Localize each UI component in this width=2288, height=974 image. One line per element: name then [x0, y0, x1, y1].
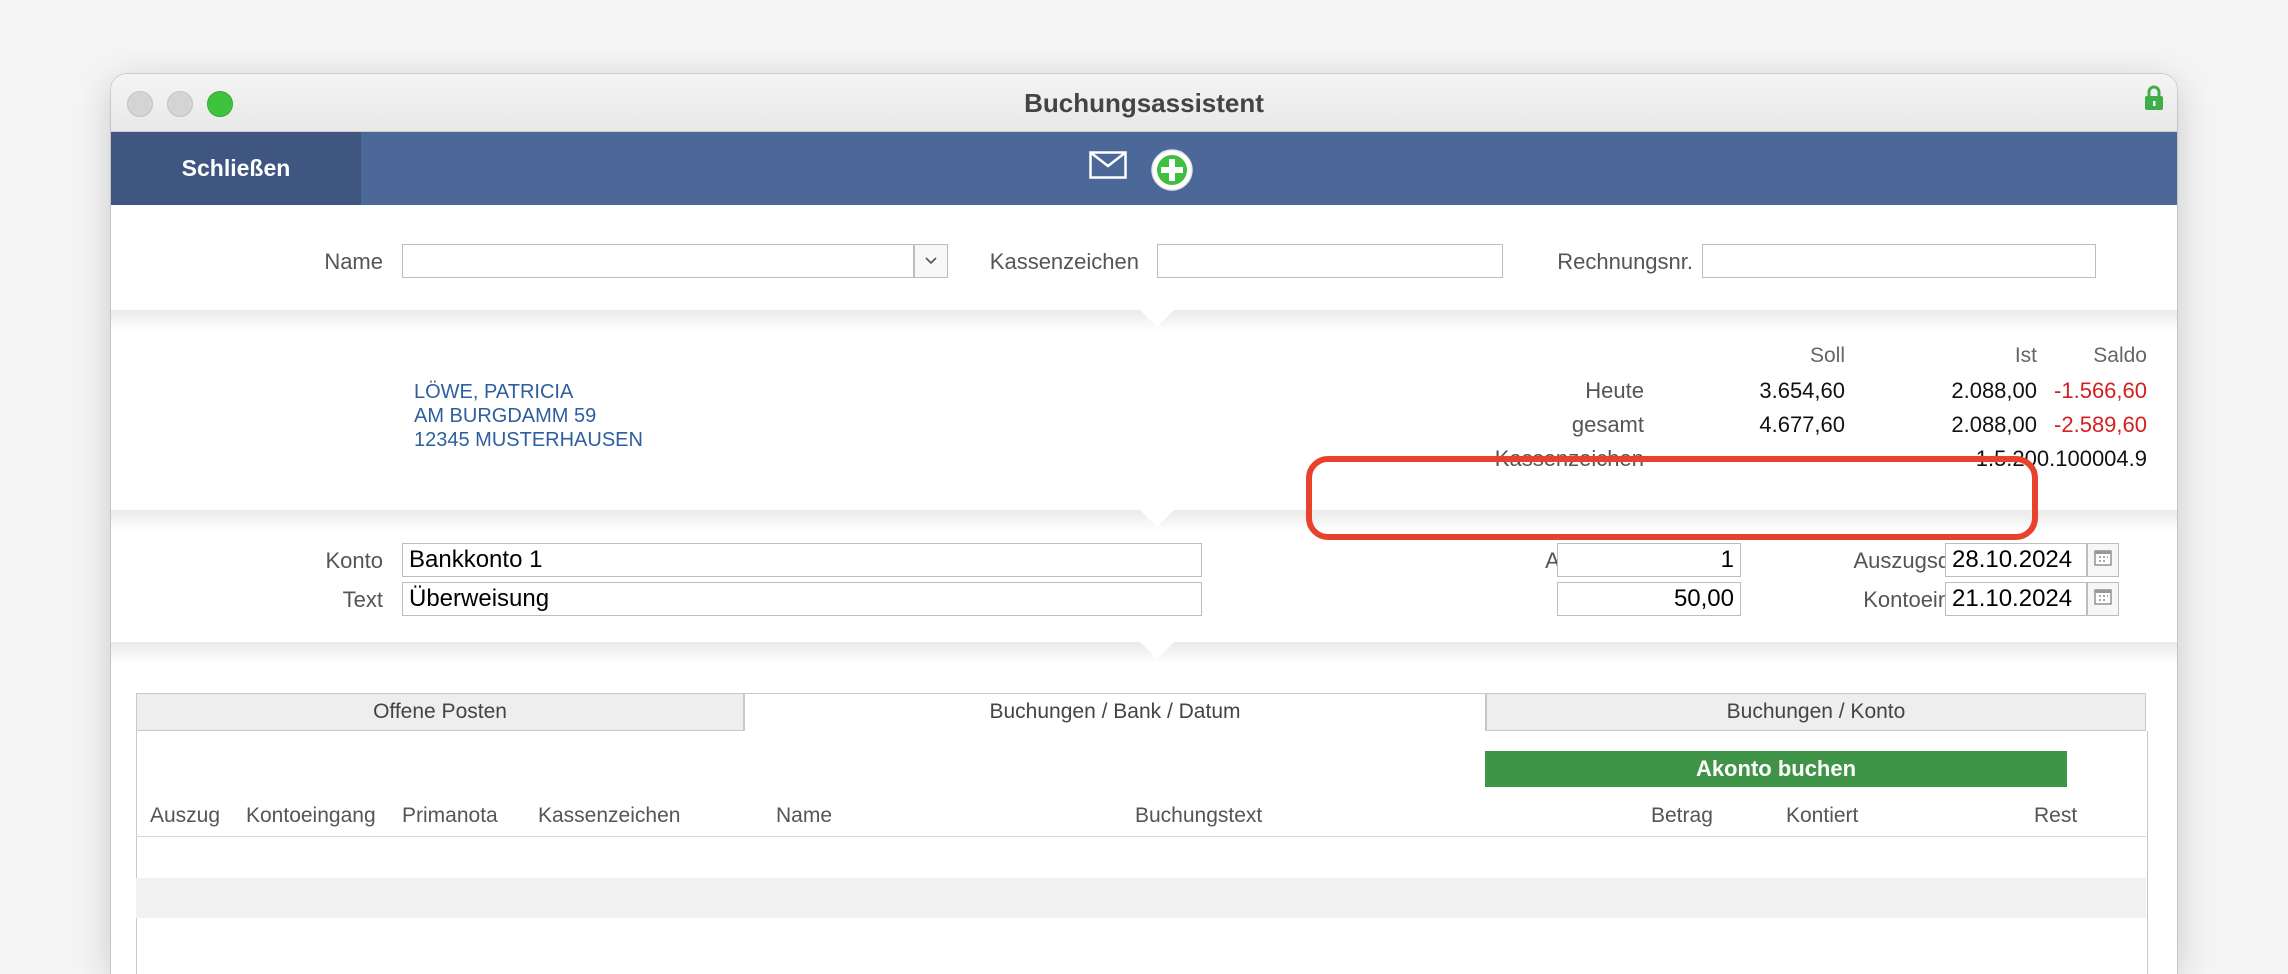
- auszugnr-input[interactable]: 1: [1557, 543, 1741, 577]
- schliessen-button[interactable]: Schließen: [111, 132, 361, 205]
- chevron-down-icon: [925, 257, 937, 265]
- column-header-auszug[interactable]: Auszug: [150, 804, 220, 828]
- window-title: Buchungsassistent: [1024, 88, 1264, 118]
- konto-input[interactable]: Bankkonto 1: [402, 543, 1202, 577]
- column-header-buchungstext[interactable]: Buchungstext: [1135, 804, 1262, 828]
- heute-saldo: -1.566,60: [2054, 378, 2147, 403]
- table-header-divider: [136, 836, 2146, 837]
- heute-soll: 3.654,60: [1759, 378, 1845, 403]
- konto-label: Konto: [325, 548, 384, 573]
- kassenzeichen-label: Kassenzeichen: [989, 249, 1139, 274]
- tab-buchungen-bank-datum[interactable]: Buchungen / Bank / Datum: [744, 693, 1486, 731]
- title-bar: Buchungsassistent: [111, 74, 2177, 132]
- heute-label: Heute: [1585, 378, 1644, 403]
- auszugsdatum-input[interactable]: 28.10.2024: [1945, 543, 2087, 577]
- akonto-buchen-button[interactable]: Akonto buchen: [1485, 751, 2067, 787]
- betrag-input[interactable]: 50,00: [1557, 582, 1741, 616]
- section-notch: [1140, 310, 1174, 327]
- calendar-icon: [2094, 589, 2112, 605]
- rechnungsnr-label: Rechnungsnr.: [1557, 249, 1693, 274]
- address-line-3: 12345 MUSTERHAUSEN: [414, 429, 643, 451]
- name-label: Name: [324, 249, 383, 274]
- tab-buchungen-konto[interactable]: Buchungen / Konto: [1486, 693, 2146, 731]
- gesamt-saldo: -2.589,60: [2054, 412, 2147, 437]
- rechnungsnr-input[interactable]: [1702, 244, 2096, 278]
- saldo-header: Saldo: [2093, 344, 2147, 367]
- gesamt-label: gesamt: [1571, 412, 1644, 437]
- column-header-name[interactable]: Name: [776, 804, 832, 828]
- booking-section: Konto Bankkonto 1 Text Überweisung Auszu…: [111, 532, 2177, 652]
- kassenzeichen-input[interactable]: [1157, 244, 1503, 278]
- address-line-1: LÖWE, PATRICIA: [414, 381, 574, 403]
- tab-bar: Offene Posten Buchungen / Bank / Datum B…: [136, 693, 2146, 731]
- kontoeingang-calendar-button[interactable]: [2087, 582, 2119, 616]
- section-notch: [1140, 642, 1174, 659]
- address-line-2: AM BURGDAMM 59: [414, 405, 597, 427]
- gesamt-soll: 4.677,60: [1759, 412, 1845, 437]
- heute-ist: 2.088,00: [1951, 378, 2037, 403]
- plus-circle-icon[interactable]: [1150, 148, 1194, 192]
- text-label: Text: [342, 587, 383, 612]
- column-header-kontoeingang[interactable]: Kontoeingang: [246, 804, 376, 828]
- column-header-rest[interactable]: Rest: [2034, 804, 2077, 828]
- auszugsdatum-calendar-button[interactable]: [2087, 543, 2119, 577]
- name-input[interactable]: [402, 244, 914, 278]
- name-dropdown-button[interactable]: [914, 244, 948, 278]
- gesamt-ist: 2.088,00: [1951, 412, 2037, 437]
- tab-offene-posten[interactable]: Offene Posten: [136, 693, 744, 731]
- soll-header: Soll: [1809, 344, 1845, 367]
- column-header-betrag[interactable]: Betrag: [1651, 804, 1713, 828]
- column-header-kassenzeichen[interactable]: Kassenzeichen: [538, 804, 680, 828]
- kontoeingang-input[interactable]: 21.10.2024: [1945, 582, 2087, 616]
- table-row[interactable]: [136, 878, 2146, 918]
- section-notch: [1140, 510, 1174, 527]
- toolbar: Schließen: [111, 132, 2177, 205]
- column-header-primanota[interactable]: Primanota: [402, 804, 498, 828]
- highlight-annotation: [1306, 456, 2038, 540]
- calendar-icon: [2094, 550, 2112, 566]
- column-header-kontiert[interactable]: Kontiert: [1786, 804, 1858, 828]
- lock-icon: [2145, 85, 2163, 110]
- envelope-icon[interactable]: [1089, 151, 1127, 179]
- ist-header: Ist: [2014, 344, 2037, 367]
- text-input[interactable]: Überweisung: [402, 582, 1202, 616]
